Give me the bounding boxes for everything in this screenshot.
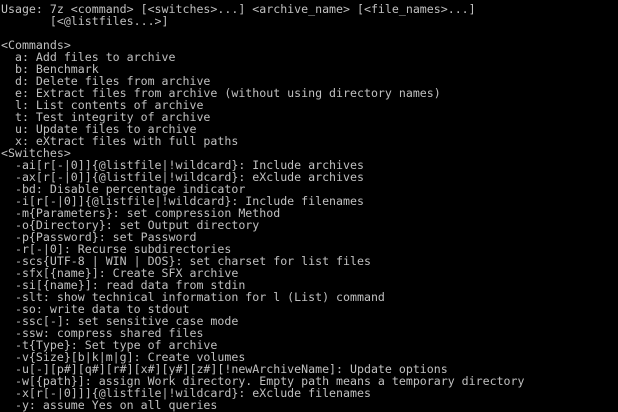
console-line: -y: assume Yes on all queries — [1, 398, 218, 412]
console-line: x: eXtract files with full paths — [1, 134, 239, 148]
console-line: [<@listfiles...>] — [1, 14, 169, 28]
console-window[interactable]: Usage: 7z <command> [<switches>...] <arc… — [0, 0, 618, 412]
